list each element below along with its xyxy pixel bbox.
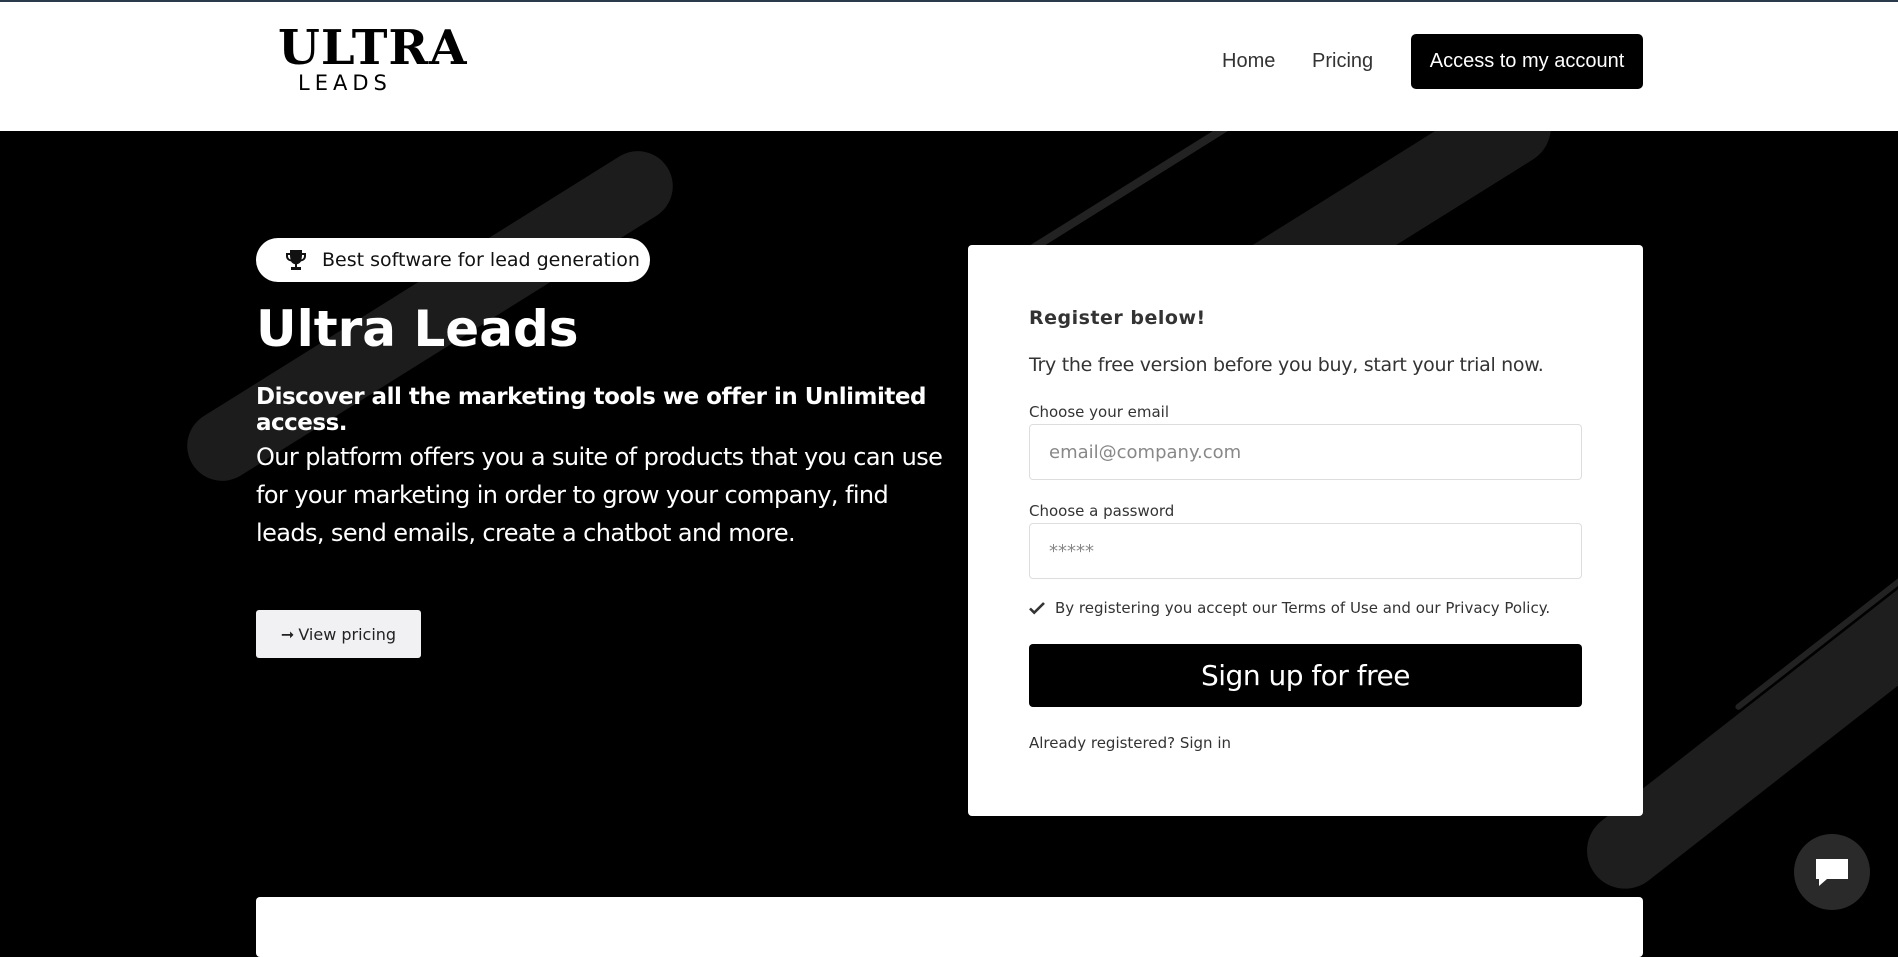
badge-text: Best software for lead generation xyxy=(322,249,640,271)
decor-stripe xyxy=(1020,131,1280,258)
hero-badge: Best software for lead generation xyxy=(256,238,650,282)
logo-bottom-text: LEADS xyxy=(298,71,392,95)
sign-in-link[interactable]: Already registered? Sign in xyxy=(1029,734,1231,752)
logo[interactable]: ULTRA LEADS xyxy=(278,24,467,95)
register-title: Register below! xyxy=(1029,307,1206,329)
check-icon xyxy=(1029,602,1045,615)
password-field[interactable] xyxy=(1029,523,1582,579)
hero-subtitle: Discover all the marketing tools we offe… xyxy=(256,384,926,436)
email-label: Choose your email xyxy=(1029,403,1170,421)
hero-description: Our platform offers you a suite of produ… xyxy=(256,443,943,547)
register-card: Register below! Try the free version bef… xyxy=(968,245,1643,816)
chat-widget-button[interactable] xyxy=(1794,834,1870,910)
chat-icon xyxy=(1816,859,1848,886)
email-field[interactable] xyxy=(1029,424,1582,480)
logo-top-text: ULTRA xyxy=(278,20,468,76)
nav-home[interactable]: Home xyxy=(1222,50,1275,73)
terms-notice: By registering you accept our Terms of U… xyxy=(1029,599,1550,617)
view-pricing-label: View pricing xyxy=(298,624,397,644)
terms-text: By registering you accept our Terms of U… xyxy=(1055,599,1551,617)
next-section-card xyxy=(256,897,1643,957)
arrow-right-icon: ➞ xyxy=(280,624,295,644)
nav-pricing[interactable]: Pricing xyxy=(1312,50,1373,73)
register-trial-text: Try the free version before you buy, sta… xyxy=(1029,354,1544,376)
top-navbar: ULTRA LEADS Home Pricing Access to my ac… xyxy=(0,0,1898,131)
access-account-button[interactable]: Access to my account xyxy=(1411,34,1643,89)
page-title: Ultra Leads xyxy=(256,300,579,358)
trophy-icon xyxy=(286,250,306,270)
view-pricing-button[interactable]: ➞ View pricing xyxy=(256,610,421,658)
password-label: Choose a password xyxy=(1029,502,1175,520)
signup-button[interactable]: Sign up for free xyxy=(1029,644,1582,707)
